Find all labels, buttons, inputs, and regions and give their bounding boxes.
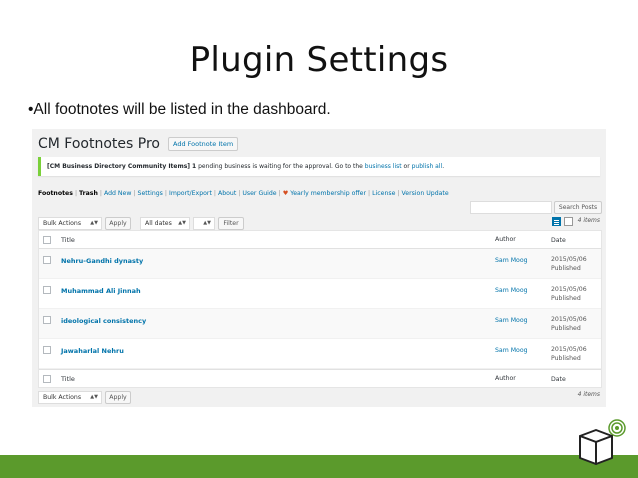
row-checkbox[interactable] bbox=[43, 256, 51, 264]
column-author: Author bbox=[495, 236, 516, 243]
apply-button-bottom[interactable]: Apply bbox=[105, 391, 131, 404]
column-title-footer[interactable]: Title bbox=[61, 375, 75, 383]
bulk-actions-select-bottom[interactable]: Bulk Actions ▲▼ bbox=[38, 391, 102, 404]
row-date-value: 2015/05/06 bbox=[551, 286, 587, 293]
nav-trash[interactable]: Trash bbox=[79, 190, 98, 197]
row-title-link[interactable]: Nehru-Gandhi dynasty bbox=[61, 257, 143, 265]
list-view-icon[interactable] bbox=[552, 217, 561, 226]
column-author-footer: Author bbox=[495, 375, 516, 382]
cube-logo-icon bbox=[579, 419, 626, 465]
table-row: Nehru-Gandhi dynasty Sam Moog 2015/05/06… bbox=[39, 249, 601, 279]
heart-icon: ♥ bbox=[282, 190, 289, 197]
row-title-link[interactable]: Muhammad Ali Jinnah bbox=[61, 287, 141, 295]
nav-add-new[interactable]: Add New bbox=[104, 190, 131, 197]
dates-select[interactable]: All dates ▲▼ bbox=[140, 217, 190, 230]
dates-value: All dates bbox=[145, 220, 172, 227]
bulk-actions-value: Bulk Actions bbox=[43, 220, 82, 227]
notice-end: . bbox=[442, 163, 445, 170]
nav-about[interactable]: About bbox=[218, 190, 236, 197]
admin-notice: [CM Business Directory Community Items] … bbox=[38, 157, 600, 176]
page-header: CM Footnotes Pro Add Footnote Item bbox=[38, 136, 239, 152]
table-row: Jawaharlal Nehru Sam Moog 2015/05/06 Publ… bbox=[39, 339, 601, 369]
nav-import-export[interactable]: Import/Export bbox=[169, 190, 212, 197]
nav-user-guide[interactable]: User Guide bbox=[242, 190, 276, 197]
slide-bullet: •All footnotes will be listed in the das… bbox=[28, 101, 331, 118]
notice-text: pending business is waiting for the appr… bbox=[196, 163, 365, 170]
footnotes-table: Title Author Date Nehru-Gandhi dynasty S… bbox=[38, 230, 602, 388]
page-title: CM Footnotes Pro bbox=[38, 136, 160, 152]
row-date-value: 2015/05/06 bbox=[551, 316, 587, 323]
row-status: Published bbox=[551, 295, 581, 302]
select-arrows-icon: ▲▼ bbox=[90, 220, 98, 226]
nav-version-update[interactable]: Version Update bbox=[402, 190, 449, 197]
row-checkbox[interactable] bbox=[43, 346, 51, 354]
slide-title: Plugin Settings bbox=[189, 40, 449, 80]
filter-button[interactable]: Filter bbox=[218, 217, 244, 230]
table-row: ideological consistency Sam Moog 2015/05… bbox=[39, 309, 601, 339]
nav-footnotes[interactable]: Footnotes bbox=[38, 190, 73, 197]
table-footer: Title Author Date bbox=[39, 369, 601, 387]
add-footnote-button[interactable]: Add Footnote Item bbox=[167, 137, 239, 151]
view-switch bbox=[552, 217, 573, 226]
row-author-link[interactable]: Sam Moog bbox=[495, 257, 528, 264]
row-status: Published bbox=[551, 355, 581, 362]
row-title-link[interactable]: ideological consistency bbox=[61, 317, 146, 325]
search-input[interactable] bbox=[470, 201, 552, 214]
row-date: 2015/05/06 Published bbox=[551, 315, 587, 333]
select-arrows-icon: ▲▼ bbox=[203, 220, 211, 226]
row-date-value: 2015/05/06 bbox=[551, 346, 587, 353]
notice-or: or bbox=[401, 163, 412, 170]
row-status: Published bbox=[551, 325, 581, 332]
subsubsub-nav: Footnotes | Trash | Add New | Settings | Import/… bbox=[38, 190, 449, 197]
column-date[interactable]: Date bbox=[551, 236, 566, 245]
row-author-link[interactable]: Sam Moog bbox=[495, 287, 528, 294]
notice-prefix: [CM Business Directory Community Items] bbox=[47, 163, 191, 170]
items-count-bottom: 4 items bbox=[577, 391, 600, 398]
row-title-link[interactable]: Jawaharlal Nehru bbox=[61, 347, 124, 355]
row-date-value: 2015/05/06 bbox=[551, 256, 587, 263]
search-posts-button[interactable]: Search Posts bbox=[554, 201, 602, 214]
nav-yearly-offer[interactable]: Yearly membership offer bbox=[290, 190, 366, 197]
select-arrows-icon: ▲▼ bbox=[178, 220, 186, 226]
publish-all-link[interactable]: publish all bbox=[412, 163, 443, 170]
nav-license[interactable]: License bbox=[372, 190, 395, 197]
nav-settings[interactable]: Settings bbox=[138, 190, 163, 197]
excerpt-view-icon[interactable] bbox=[564, 217, 573, 226]
row-date: 2015/05/06 Published bbox=[551, 255, 587, 273]
select-arrows-icon: ▲▼ bbox=[90, 394, 98, 400]
select-all-checkbox[interactable] bbox=[43, 236, 51, 244]
row-status: Published bbox=[551, 265, 581, 272]
row-checkbox[interactable] bbox=[43, 316, 51, 324]
bulk-actions-select-top[interactable]: Bulk Actions ▲▼ bbox=[38, 217, 102, 230]
row-date: 2015/05/06 Published bbox=[551, 285, 587, 303]
category-select[interactable]: ▲▼ bbox=[193, 217, 215, 230]
row-date: 2015/05/06 Published bbox=[551, 345, 587, 363]
select-all-checkbox-footer[interactable] bbox=[43, 375, 51, 383]
table-row: Muhammad Ali Jinnah Sam Moog 2015/05/06 P… bbox=[39, 279, 601, 309]
apply-button-top[interactable]: Apply bbox=[105, 217, 131, 230]
table-header: Title Author Date bbox=[39, 231, 601, 249]
column-title[interactable]: Title bbox=[61, 236, 75, 244]
bulk-actions-value-bottom: Bulk Actions bbox=[43, 394, 82, 401]
row-checkbox[interactable] bbox=[43, 286, 51, 294]
row-author-link[interactable]: Sam Moog bbox=[495, 317, 528, 324]
footer-bar bbox=[0, 455, 638, 478]
business-list-link[interactable]: business list bbox=[365, 163, 402, 170]
wp-admin-screenshot: CM Footnotes Pro Add Footnote Item [CM B… bbox=[32, 129, 606, 407]
column-date-footer[interactable]: Date bbox=[551, 375, 566, 384]
row-author-link[interactable]: Sam Moog bbox=[495, 347, 528, 354]
items-count-top: 4 items bbox=[577, 217, 600, 224]
